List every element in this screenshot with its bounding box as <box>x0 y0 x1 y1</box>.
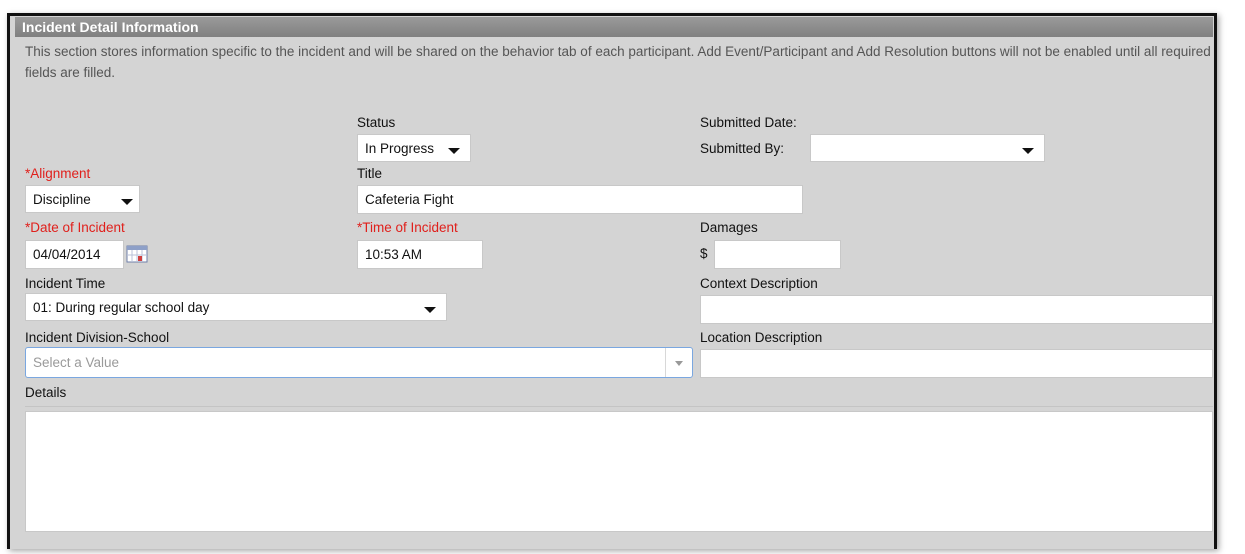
chevron-down-icon <box>424 307 436 313</box>
title-label: Title <box>357 166 383 181</box>
date-of-incident-input[interactable]: 04/04/2014 <box>25 240 124 269</box>
details-textarea[interactable] <box>25 411 1213 532</box>
section-title: Incident Detail Information <box>22 19 199 35</box>
submitted-by-label: Submitted By: <box>700 141 785 156</box>
context-description-label: Context Description <box>700 276 818 291</box>
status-select[interactable]: In Progress <box>357 134 471 162</box>
section-description: This section stores information specific… <box>25 44 1211 80</box>
incident-time-select[interactable]: 01: During regular school day <box>25 293 447 321</box>
incident-division-placeholder: Select a Value <box>33 355 120 370</box>
time-of-incident-label: *Time of Incident <box>357 220 458 235</box>
date-of-incident-value: 04/04/2014 <box>33 247 101 262</box>
time-of-incident-value: 10:53 AM <box>365 247 423 262</box>
section-header: Incident Detail Information <box>15 17 1213 37</box>
chevron-down-icon <box>675 361 683 366</box>
calendar-icon[interactable] <box>126 245 148 263</box>
chevron-down-icon <box>448 148 460 154</box>
incident-time-value: 01: During regular school day <box>33 300 210 315</box>
alignment-label: *Alignment <box>25 166 91 181</box>
date-of-incident-label: *Date of Incident <box>25 220 125 235</box>
location-description-input[interactable] <box>700 349 1213 378</box>
submitted-by-select[interactable] <box>810 134 1045 162</box>
details-label: Details <box>25 385 67 400</box>
chevron-down-icon <box>1022 148 1034 154</box>
incident-division-select[interactable]: Select a Value <box>25 347 693 378</box>
status-value: In Progress <box>365 141 435 156</box>
submitted-date-label: Submitted Date: <box>700 115 797 130</box>
alignment-select[interactable]: Discipline <box>25 185 140 213</box>
incident-time-label: Incident Time <box>25 276 106 291</box>
context-description-input[interactable] <box>700 295 1213 324</box>
time-of-incident-input[interactable]: 10:53 AM <box>357 240 483 269</box>
damages-input[interactable] <box>714 240 841 269</box>
status-label: Status <box>357 115 396 130</box>
title-input[interactable]: Cafeteria Fight <box>357 185 803 214</box>
dropdown-button[interactable] <box>665 348 692 377</box>
details-divider <box>25 406 1213 407</box>
damages-currency: $ <box>700 246 708 261</box>
chevron-down-icon <box>121 199 133 205</box>
title-value: Cafeteria Fight <box>365 192 454 207</box>
alignment-value: Discipline <box>33 192 91 207</box>
incident-division-label: Incident Division-School <box>25 330 170 345</box>
location-description-label: Location Description <box>700 330 823 345</box>
damages-label: Damages <box>700 220 758 235</box>
